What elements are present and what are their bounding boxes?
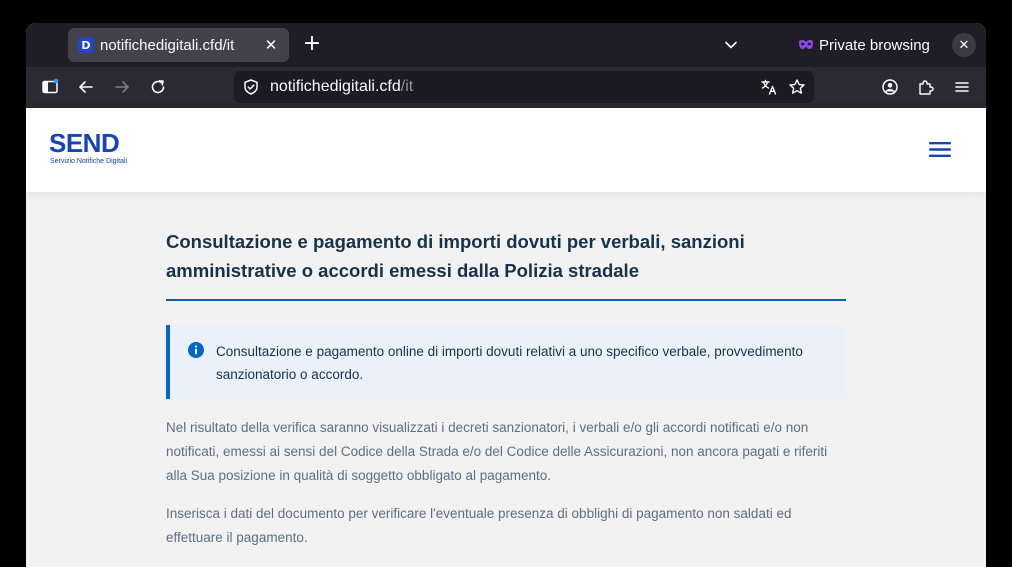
sidebar-icon[interactable] <box>41 78 59 96</box>
logo-wordmark: SEND <box>49 128 120 158</box>
translate-icon[interactable] <box>760 78 778 96</box>
menu-icon[interactable] <box>953 78 971 96</box>
reload-icon[interactable] <box>149 78 167 96</box>
web-page: SEND Servizio Notifiche Digitali Consult… <box>26 108 986 567</box>
site-favicon-icon: D <box>78 37 94 53</box>
info-icon <box>188 342 204 358</box>
private-browsing-indicator: Private browsing <box>798 35 930 55</box>
browser-window: D notifichedigitali.cfd/it ✕ + Private b… <box>26 23 986 567</box>
callout-text: Consultazione e pagamento online di impo… <box>216 344 803 382</box>
forward-arrow-icon[interactable] <box>113 78 131 96</box>
window-close-button[interactable]: ✕ <box>952 33 976 57</box>
page-title: Consultazione e pagamento di importi dov… <box>166 231 745 281</box>
tab-close-icon[interactable]: ✕ <box>263 36 279 54</box>
url-host: notifichedigitali.cfd <box>270 78 401 95</box>
site-header: SEND Servizio Notifiche Digitali <box>26 108 986 192</box>
info-callout: Consultazione e pagamento online di impo… <box>166 325 846 399</box>
instruction-paragraph: Inserisca i dati del documento per verif… <box>166 506 792 545</box>
private-browsing-label: Private browsing <box>819 36 930 54</box>
shield-icon[interactable] <box>242 78 260 96</box>
send-logo[interactable]: SEND Servizio Notifiche Digitali <box>49 128 139 168</box>
account-icon[interactable] <box>881 78 899 96</box>
url-text: notifichedigitali.cfd/it <box>270 78 413 96</box>
tab-strip: D notifichedigitali.cfd/it ✕ + Private b… <box>26 23 986 67</box>
main-content: Consultazione e pagamento di importi dov… <box>166 192 846 550</box>
back-arrow-icon[interactable] <box>77 78 95 96</box>
title-divider <box>166 299 846 301</box>
new-tab-button[interactable]: + <box>300 33 324 57</box>
navigation-toolbar: notifichedigitali.cfd/it <box>26 67 986 108</box>
tab-active[interactable]: D notifichedigitali.cfd/it ✕ <box>68 28 289 62</box>
bookmark-star-icon[interactable] <box>788 78 806 96</box>
tab-title: notifichedigitali.cfd/it <box>100 36 235 54</box>
logo-subtitle: Servizio Notifiche Digitali <box>50 158 128 165</box>
chevron-down-icon[interactable] <box>723 37 739 53</box>
url-bar[interactable]: notifichedigitali.cfd/it <box>234 71 814 103</box>
private-mask-icon <box>799 40 813 49</box>
url-path: /it <box>400 78 414 95</box>
description-paragraph: Nel risultato della verifica saranno vis… <box>166 420 828 483</box>
extensions-puzzle-icon[interactable] <box>917 78 935 96</box>
hamburger-menu-icon[interactable] <box>929 141 951 158</box>
